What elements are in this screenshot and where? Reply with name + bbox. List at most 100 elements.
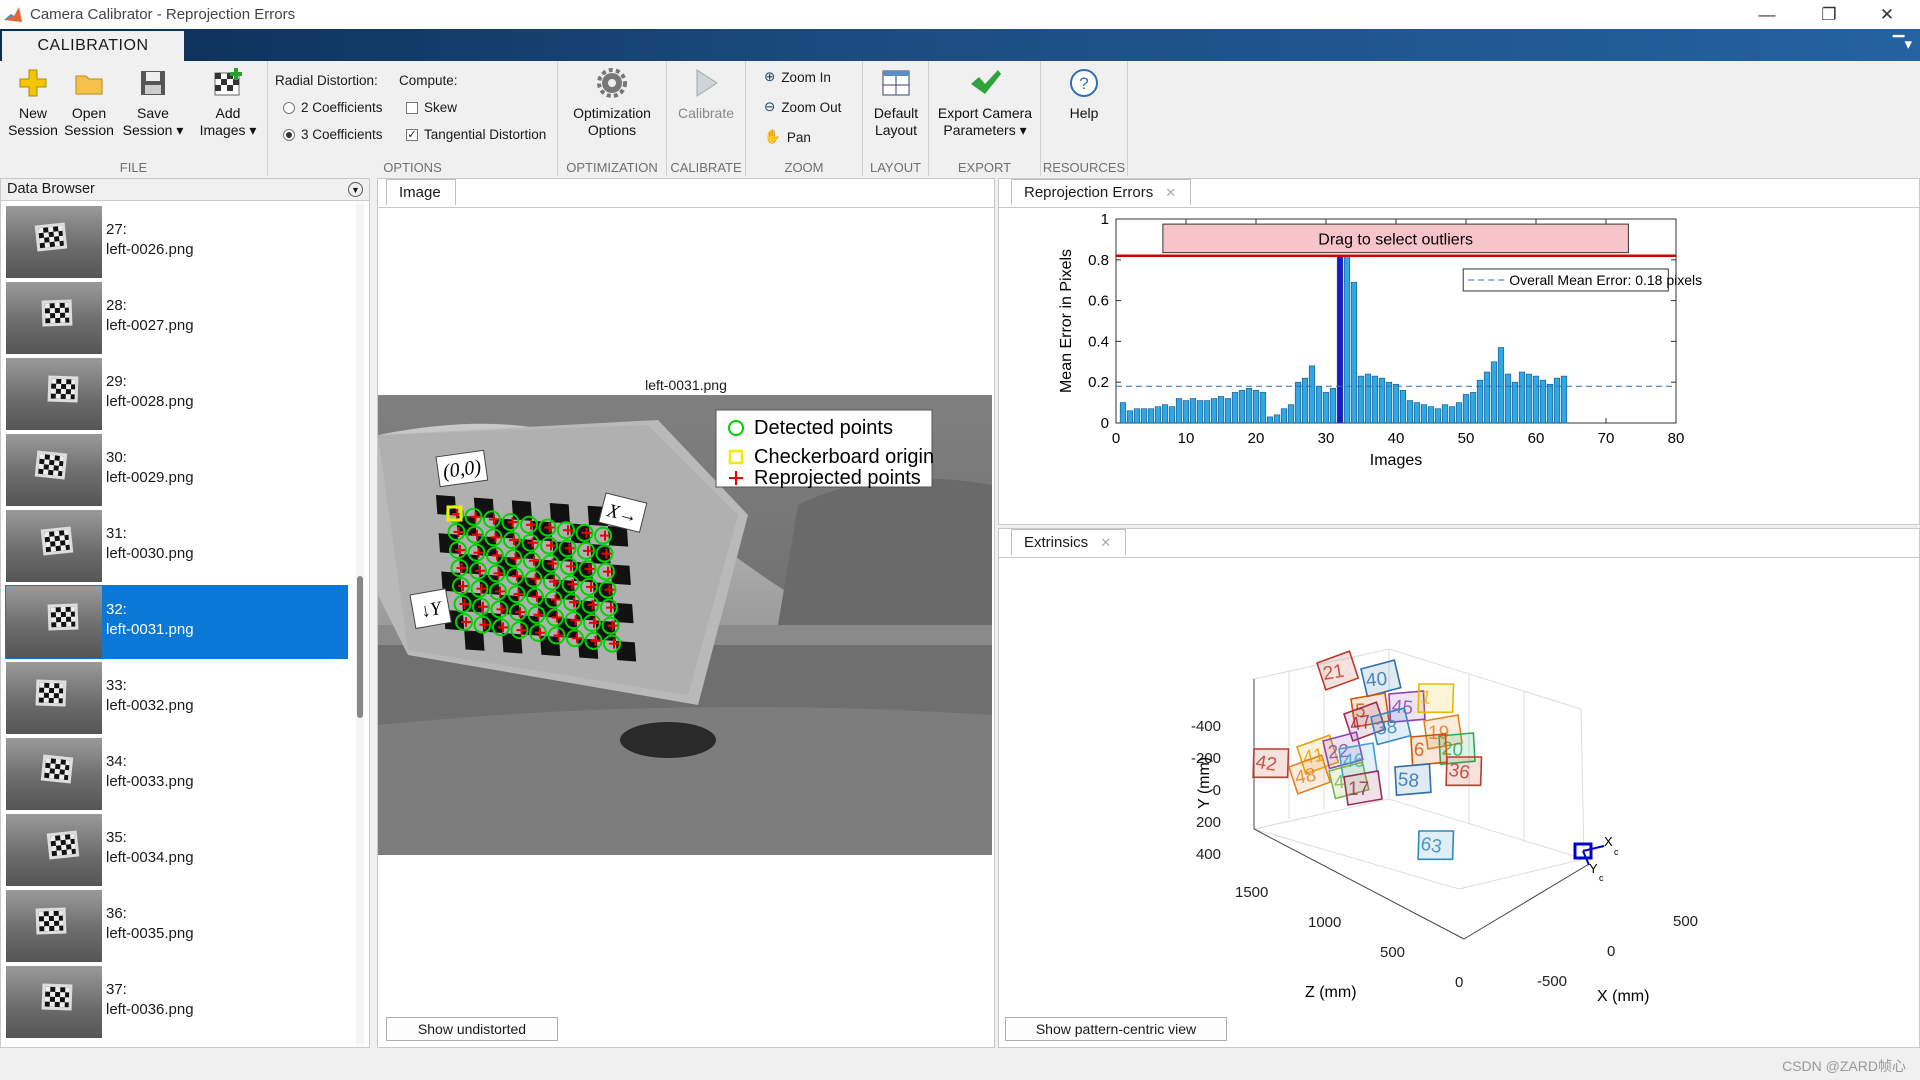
error-bar[interactable] [1294,381,1302,424]
error-bar[interactable] [1357,375,1365,424]
browser-scrollbar[interactable] [356,204,364,1044]
pan-button[interactable]: ✋ Pan [764,129,811,145]
error-bar[interactable] [1280,408,1288,424]
calibration-board[interactable]: 42 [1249,743,1292,783]
add-images-button[interactable]: Add Images ▾ [192,67,264,139]
calibration-board[interactable]: 1 [1414,678,1457,718]
calibration-board[interactable]: 40 [1360,659,1402,698]
export-camera-parameters-button[interactable]: Export Camera Parameters ▾ [932,67,1038,139]
error-bar[interactable] [1189,398,1197,424]
error-bar[interactable] [1203,400,1211,424]
restore-button[interactable]: ❐ [1806,0,1852,29]
error-bar[interactable] [1301,377,1309,424]
open-session-button[interactable]: Open Session [62,67,116,139]
close-button[interactable]: ✕ [1864,0,1910,29]
error-bar[interactable] [1154,406,1162,424]
error-bar[interactable] [1413,402,1421,424]
list-item[interactable]: 33: left-0032.png [5,661,348,735]
tab-reprojection-errors[interactable]: Reprojection Errors ✕ [1011,179,1192,205]
error-bar[interactable] [1126,410,1134,424]
error-bar[interactable] [1455,402,1463,424]
minimize-button[interactable]: — [1744,0,1790,29]
error-bar[interactable] [1504,373,1512,424]
error-bar[interactable] [1224,398,1232,424]
optimization-options-button[interactable]: Optimization Options [562,67,662,139]
close-tab-icon[interactable]: ✕ [1100,535,1111,550]
error-bar[interactable] [1322,392,1330,424]
calibration-board[interactable]: 6 [1409,731,1450,768]
error-bar[interactable] [1308,365,1316,424]
calibration-board[interactable]: 21 [1315,650,1360,691]
browser-menu-icon[interactable]: ▼ [348,182,363,197]
error-bar[interactable] [1406,400,1414,424]
error-bar[interactable] [1420,404,1428,424]
error-bar[interactable] [1399,390,1407,424]
error-bar[interactable] [1434,408,1442,424]
error-bar[interactable] [1287,404,1295,424]
tab-image[interactable]: Image [386,179,456,205]
error-bar[interactable] [1273,414,1281,424]
list-item[interactable]: 27: left-0026.png [5,205,348,279]
error-bar[interactable] [1329,388,1337,424]
error-bar[interactable] [1392,383,1400,424]
error-bar[interactable] [1553,377,1561,424]
error-bar[interactable] [1238,390,1246,424]
error-bar[interactable] [1532,375,1540,424]
list-item[interactable]: 36: left-0035.png [5,889,348,963]
zoom-out-button[interactable]: ⊖ Zoom Out [764,99,841,115]
error-bar[interactable] [1175,398,1183,424]
error-bar[interactable] [1462,394,1470,424]
error-bar[interactable] [1511,381,1519,424]
error-bar[interactable] [1497,347,1505,424]
show-pattern-centric-view-button[interactable]: Show pattern-centric view [1005,1017,1227,1041]
tab-extrinsics[interactable]: Extrinsics ✕ [1011,529,1127,555]
calibration-board[interactable]: 63 [1414,825,1457,865]
error-bar[interactable] [1210,398,1218,424]
collapse-ribbon-icon[interactable]: ▔▾ [1893,35,1912,53]
error-bar[interactable] [1448,406,1456,424]
list-item[interactable]: 30: left-0029.png [5,433,348,507]
error-bar[interactable] [1147,408,1155,424]
error-bar[interactable] [1140,408,1148,424]
skew-checkbox[interactable]: Skew [406,100,457,115]
error-bar[interactable] [1427,406,1435,424]
error-bar[interactable] [1469,392,1477,424]
tangential-distortion-checkbox[interactable]: ✓ Tangential Distortion [406,127,546,142]
save-session-button[interactable]: Save Session ▾ [118,67,188,139]
list-item[interactable]: 31: left-0030.png [5,509,348,583]
error-bar[interactable] [1252,390,1260,424]
error-bar[interactable] [1315,385,1323,424]
scrollbar-thumb[interactable] [357,576,363,718]
list-item[interactable]: 34: left-0033.png [5,737,348,811]
error-bar[interactable] [1133,408,1141,424]
error-bar[interactable] [1231,392,1239,424]
error-bar[interactable] [1385,381,1393,424]
default-layout-button[interactable]: Default Layout [866,67,926,139]
list-item[interactable]: 29: left-0028.png [5,357,348,431]
list-item[interactable]: 35: left-0034.png [5,813,348,887]
error-bar[interactable] [1546,383,1554,424]
help-button[interactable]: ? Help [1049,67,1119,122]
error-bar[interactable] [1364,373,1372,424]
error-bar[interactable] [1245,388,1253,424]
error-bar[interactable] [1259,392,1267,424]
calibration-board[interactable]: 17 [1343,770,1383,806]
list-item[interactable]: 37: left-0036.png [5,965,348,1039]
radio-2-coefficients[interactable]: 2 Coefficients [283,100,383,115]
error-bar[interactable] [1266,416,1274,424]
error-bar[interactable] [1168,406,1176,424]
error-bar[interactable] [1336,255,1344,424]
error-bar[interactable] [1518,371,1526,424]
zoom-in-button[interactable]: ⊕ Zoom In [764,69,831,85]
error-bar[interactable] [1560,375,1568,424]
error-bar[interactable] [1490,361,1498,424]
list-item[interactable]: 32: left-0031.png [5,585,348,659]
error-bar[interactable] [1343,255,1351,424]
list-item[interactable]: 28: left-0027.png [5,281,348,355]
error-bar[interactable] [1378,377,1386,424]
radio-3-coefficients[interactable]: 3 Coefficients [283,127,383,142]
error-bar[interactable] [1119,402,1127,424]
show-undistorted-button[interactable]: Show undistorted [386,1017,558,1041]
close-tab-icon[interactable]: ✕ [1165,185,1176,200]
calibration-board[interactable]: 58 [1393,761,1434,798]
